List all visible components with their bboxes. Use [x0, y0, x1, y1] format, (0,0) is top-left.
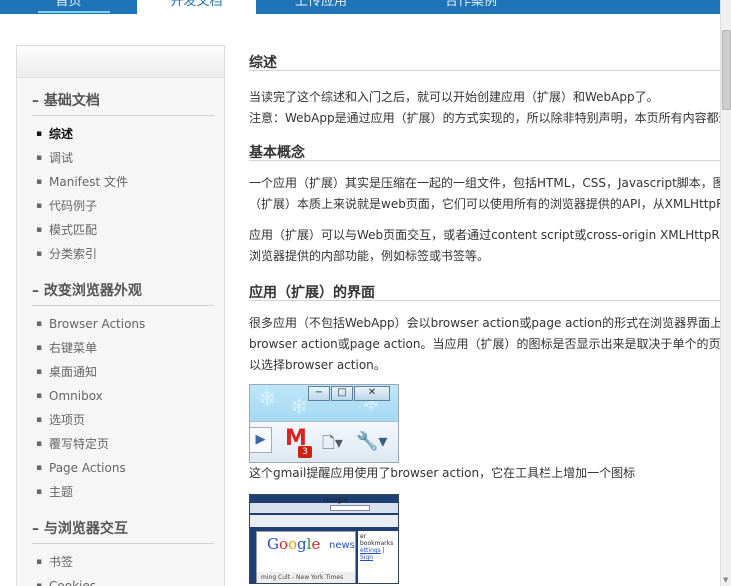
bookmarks-text: er bookmarks	[360, 533, 394, 547]
sidebar-item-debugging[interactable]: 调试	[32, 146, 214, 170]
paragraph-line: browser action或page action。当应用（扩展）的图标是否显…	[249, 337, 720, 351]
sidebar-item-overview[interactable]: 综述	[32, 122, 214, 146]
tab-home[interactable]: 首页	[0, 0, 137, 14]
sidebar-item-context-menus[interactable]: 右键菜单	[32, 336, 214, 360]
google-logo: Google	[267, 535, 321, 553]
paragraph-line: 很多应用（不包括WebApp）会以browser action或page act…	[249, 316, 720, 330]
sidebar-item-themes[interactable]: 主题	[32, 480, 214, 504]
gmail-browser-action-screenshot: ❄ ❄ ❄ − □ ✕ ▶ M 3 🗋▾ 🔧▾	[249, 384, 399, 463]
sidebar-item-browser-actions[interactable]: Browser Actions	[32, 312, 214, 336]
sidebar-item-page-actions[interactable]: Page Actions	[32, 456, 214, 480]
sidebar-header	[17, 46, 224, 78]
paragraph-line: 一个应用（扩展）其实是压缩在一起的一组文件，包括HTML，CSS，Javascr…	[249, 176, 720, 190]
sidebar-group-browser-ui: – 改变浏览器外观 Browser Actions 右键菜单 桌面通知 Omni…	[32, 268, 214, 504]
google-search-label: Google	[323, 496, 348, 504]
paragraph-line: 以选择browser action。	[249, 358, 386, 372]
browser-toolbar: ▶ M 3 🗋▾ 🔧▾	[250, 421, 398, 462]
section-title: 综述	[249, 45, 720, 71]
sidebar-item-manifest[interactable]: Manifest 文件	[32, 170, 214, 194]
tab-partner-cases[interactable]: 合作案例	[386, 0, 556, 14]
paragraph-line: 应用（扩展）可以与Web页面交互，或者通过content script或cros…	[249, 228, 720, 242]
section-title: 基本概念	[249, 135, 720, 161]
sidebar: – 基础文档 综述 调试 Manifest 文件 代码例子 模式匹配 分类索引 …	[16, 45, 225, 586]
sidebar-item-cookies[interactable]: Cookies	[32, 574, 214, 586]
sidebar-item-omnibox[interactable]: Omnibox	[32, 384, 214, 408]
sidebar-group-basic-docs: – 基础文档 综述 调试 Manifest 文件 代码例子 模式匹配 分类索引	[32, 78, 214, 266]
sidebar-item-desktop-notifications[interactable]: 桌面通知	[32, 360, 214, 384]
sidebar-item-options-page[interactable]: 选项页	[32, 408, 214, 432]
section-extension-ui: 应用（扩展）的界面 很多应用（不包括WebApp）会以browser actio…	[249, 275, 720, 584]
section-overview: 综述 当读完了这个综述和入门之后，就可以开始创建应用（扩展）和WebApp了。 …	[249, 45, 720, 129]
google-news-page-action-screenshot: Google Google news ming Cult - New York …	[249, 494, 399, 584]
image-caption: 这个gmail提醒应用使用了browser action，它在工具栏上增加一个图…	[249, 466, 636, 480]
paragraph-line: 浏览器提供的内部功能，例如标签或书签等。	[249, 249, 490, 263]
google-news-panel: Google news ming Cult - New York Times	[256, 531, 356, 583]
page-menu-icon: 🗋▾	[322, 433, 343, 452]
scroll-down-arrow-icon[interactable]: ▼	[723, 576, 728, 584]
main-content: 综述 当读完了这个综述和入门之后，就可以开始创建应用（扩展）和WebApp了。 …	[249, 45, 720, 584]
paragraph: 应用（扩展）可以与Web页面交互，或者通过content script或cros…	[249, 225, 720, 267]
sidebar-item-category-index[interactable]: 分类索引	[32, 242, 214, 266]
sidebar-group-title[interactable]: – 改变浏览器外观	[32, 268, 214, 306]
close-icon: ✕	[354, 386, 390, 401]
window-controls: − □ ✕	[307, 386, 390, 401]
paragraph: 注意：WebApp是通过应用（扩展）的方式实现的，所以除非特别声明，本页所有内容…	[249, 111, 720, 125]
vertical-scrollbar[interactable]: ▼	[720, 0, 731, 586]
browser-address-bar: Google	[250, 496, 398, 513]
sidebar-item-match-patterns[interactable]: 模式匹配	[32, 218, 214, 242]
sidebar-group-title[interactable]: – 基础文档	[32, 78, 214, 116]
section-title: 应用（扩展）的界面	[249, 275, 720, 301]
sign-link: Sign	[360, 554, 374, 561]
scrollbar-thumb[interactable]	[722, 30, 731, 110]
sidebar-group-title[interactable]: – 与浏览器交互	[32, 506, 214, 544]
headline-strip: ming Cult - New York Times	[257, 572, 355, 583]
browser-toolbar	[250, 515, 398, 527]
go-arrow-icon: ▶	[250, 427, 272, 453]
tab-upload-app[interactable]: 上传应用	[256, 0, 386, 14]
sidebar-item-code-samples[interactable]: 代码例子	[32, 194, 214, 218]
sidebar-item-bookmarks[interactable]: 书签	[32, 550, 214, 574]
wrench-icon: 🔧▾	[356, 431, 388, 452]
top-nav: 首页 开发文档 上传应用 合作案例	[0, 0, 720, 14]
bookmark-side-panel: er bookmarks ettings | Sign	[358, 531, 398, 583]
maximize-icon: □	[331, 386, 353, 401]
minimize-icon: −	[308, 386, 330, 401]
tab-dev-docs[interactable]: 开发文档	[137, 0, 256, 14]
paragraph: 一个应用（扩展）其实是压缩在一起的一组文件，包括HTML，CSS，Javascr…	[249, 173, 720, 215]
sidebar-item-override-pages[interactable]: 覆写特定页	[32, 432, 214, 456]
settings-link: ettings	[360, 547, 381, 554]
snowflake-icon: ❄	[290, 395, 309, 420]
paragraph: 当读完了这个综述和入门之后，就可以开始创建应用（扩展）和WebApp了。	[249, 90, 659, 104]
paragraph-line: （扩展）本质上来说就是web页面，它们可以使用所有的浏览器提供的API，从XML…	[249, 197, 720, 211]
sidebar-group-browser-interaction: – 与浏览器交互 书签 Cookies	[32, 506, 214, 586]
news-label: news	[329, 540, 355, 551]
unread-count-badge: 3	[298, 446, 312, 458]
search-box	[330, 505, 370, 511]
section-basic-concepts: 基本概念 一个应用（扩展）其实是压缩在一起的一组文件，包括HTML，CSS，Ja…	[249, 135, 720, 267]
snowflake-icon: ❄	[258, 387, 277, 412]
paragraph: 很多应用（不包括WebApp）会以browser action或page act…	[249, 313, 720, 376]
